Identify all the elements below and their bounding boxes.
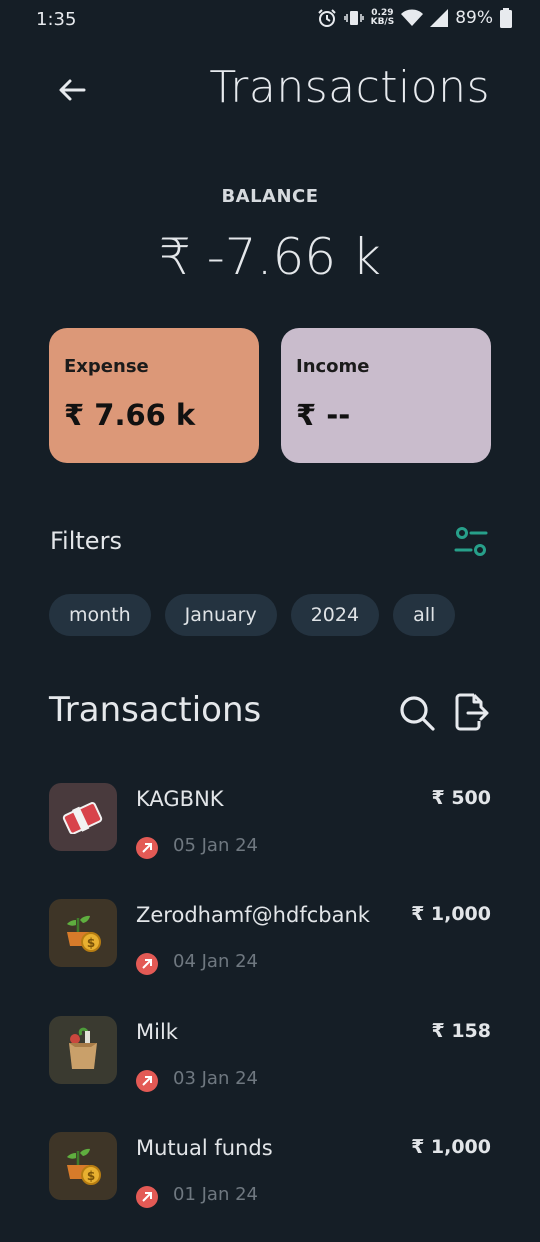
transaction-amount: ₹ 1,000 [411,903,491,925]
transactions-heading: Transactions [49,690,262,730]
signal-icon [430,9,449,27]
outgoing-arrow-icon [136,837,158,859]
battery-icon [500,8,512,28]
export-file-icon[interactable] [452,692,490,732]
outgoing-arrow-icon [136,953,158,975]
transaction-date: 01 Jan 24 [173,1184,258,1205]
transaction-date: 05 Jan 24 [173,835,258,856]
speed-unit: KB/S [370,17,395,27]
filters-label: Filters [50,527,122,555]
transaction-name: Mutual funds [136,1136,273,1160]
transaction-name: Zerodhamf@hdfcbank [136,903,370,927]
balance-value: ₹ -7.66 k [159,228,381,286]
transaction-date: 03 Jan 24 [173,1068,258,1089]
filter-chip-year[interactable]: 2024 [290,594,380,636]
balance-label: BALANCE [221,186,319,207]
back-arrow-icon[interactable] [56,74,88,106]
filter-chip-month[interactable]: January [164,594,277,636]
svg-text:$: $ [87,1169,95,1183]
outgoing-arrow-icon [136,1186,158,1208]
expense-label: Expense [64,356,149,377]
transaction-row[interactable]: Milk ₹ 158 03 Jan 24 [49,1016,491,1126]
battery-percent: 89% [455,8,493,28]
vibrate-icon [343,11,364,25]
status-icons: 0.29 KB/S 89% [317,8,512,28]
transaction-row[interactable]: KAGBNK ₹ 500 05 Jan 24 [49,783,491,893]
transaction-row[interactable]: $ Mutual funds ₹ 1,000 01 Jan 24 [49,1132,491,1242]
page-title: Transactions [209,62,490,113]
transaction-name: Milk [136,1020,178,1044]
status-bar: 1:35 0.29 KB/S 89% [0,0,540,40]
transaction-amount: ₹ 158 [431,1020,492,1042]
transaction-name: KAGBNK [136,787,224,811]
transaction-date: 04 Jan 24 [173,951,258,972]
filter-chips: month January 2024 all [49,594,456,636]
search-icon[interactable] [398,694,436,732]
outgoing-arrow-icon [136,1070,158,1092]
expense-value: ₹ 7.66 k [64,398,196,432]
svg-text:$: $ [87,936,95,950]
income-label: Income [296,356,370,377]
expense-card[interactable]: Expense ₹ 7.66 k [49,328,259,463]
filter-chip-period[interactable]: month [49,594,151,636]
income-value: ₹ -- [296,398,351,432]
wifi-icon [401,9,424,26]
transaction-amount: ₹ 500 [431,787,492,809]
cash-icon [49,783,117,851]
network-speed: 0.29 KB/S [371,9,395,27]
investment-plant-icon: $ [49,899,117,967]
transaction-amount: ₹ 1,000 [411,1136,491,1158]
filter-settings-icon[interactable] [454,525,488,559]
grocery-bag-icon [49,1016,117,1084]
investment-plant-icon: $ [49,1132,117,1200]
filter-chip-type[interactable]: all [393,594,456,636]
status-time: 1:35 [36,9,77,30]
income-card[interactable]: Income ₹ -- [281,328,491,463]
transaction-row[interactable]: $ Zerodhamf@hdfcbank ₹ 1,000 04 Jan 24 [49,899,491,1009]
alarm-icon [317,9,336,27]
